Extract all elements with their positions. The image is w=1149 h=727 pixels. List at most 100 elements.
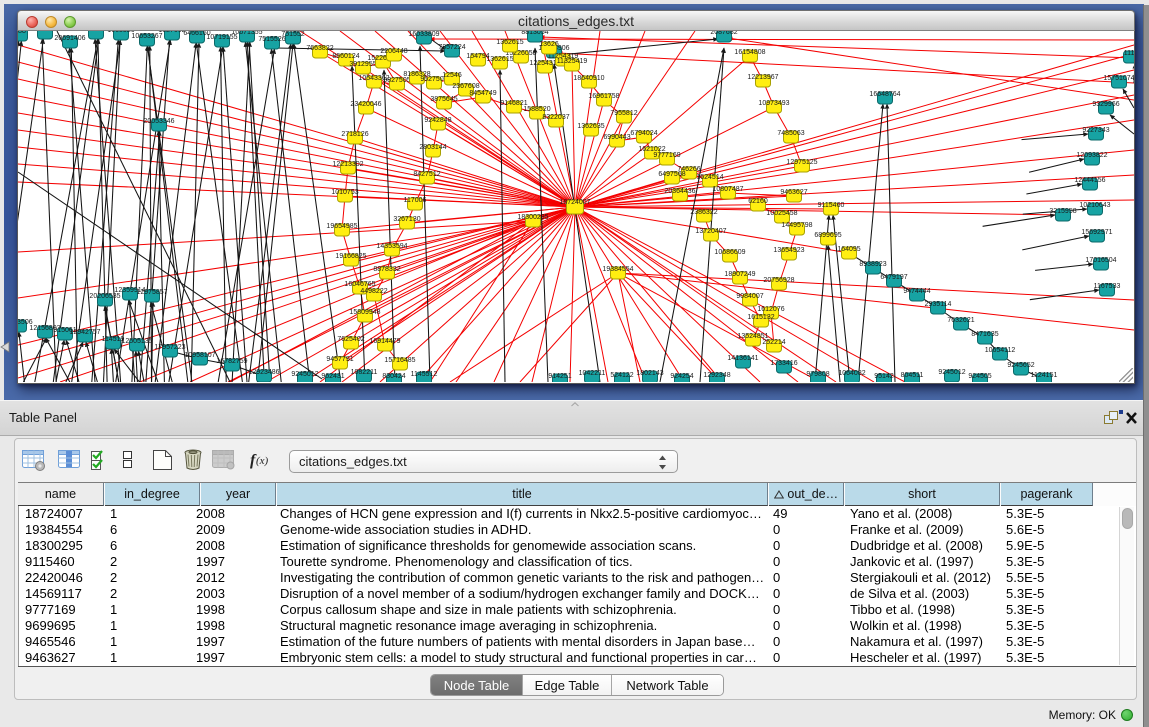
svg-text:6794024: 6794024: [630, 130, 657, 137]
svg-text:2206448: 2206448: [380, 48, 407, 55]
svg-text:1362635: 1362635: [577, 123, 604, 130]
svg-text:10654112: 10654112: [985, 347, 1016, 354]
svg-text:524122: 524122: [610, 372, 633, 379]
svg-text:8322037: 8322037: [542, 114, 569, 121]
svg-text:1624514: 1624514: [696, 174, 723, 181]
svg-text:3912955: 3912955: [349, 61, 376, 68]
svg-text:2087682: 2087682: [710, 31, 737, 36]
svg-text:12942757: 12942757: [69, 329, 100, 336]
svg-text:(x): (x): [256, 455, 269, 467]
svg-text:6899695: 6899695: [814, 232, 841, 239]
svg-text:62160: 62160: [748, 198, 768, 205]
svg-text:10973493: 10973493: [758, 100, 789, 107]
svg-text:10653267: 10653267: [131, 33, 162, 40]
svg-text:1010753: 1010753: [331, 189, 358, 196]
svg-text:17957223: 17957223: [154, 344, 185, 351]
svg-text:14353594: 14353594: [376, 243, 407, 250]
svg-text:1588520: 1588520: [523, 106, 550, 113]
svg-text:164095: 164095: [837, 246, 860, 253]
svg-text:16914479: 16914479: [369, 338, 400, 345]
svg-text:20053346: 20053346: [143, 118, 174, 125]
svg-text:8427512: 8427512: [413, 171, 440, 178]
svg-text:12923486: 12923486: [248, 369, 279, 376]
svg-text:914251: 914251: [548, 373, 571, 380]
svg-text:988: 988: [18, 31, 26, 35]
svg-text:10686609: 10686609: [714, 249, 745, 256]
svg-text:19384554: 19384554: [602, 266, 633, 273]
svg-text:252214: 252214: [762, 339, 785, 346]
svg-text:18724007: 18724007: [559, 199, 590, 206]
svg-text:9245652: 9245652: [1007, 362, 1034, 369]
svg-text:8938923: 8938923: [859, 261, 886, 268]
svg-text:7357224: 7357224: [438, 44, 465, 51]
svg-text:117006: 117006: [404, 197, 427, 204]
svg-text:6497568: 6497568: [658, 171, 685, 178]
svg-text:20691406: 20691406: [54, 35, 85, 42]
svg-text:7485063: 7485063: [777, 130, 804, 137]
svg-text:16033809: 16033809: [408, 31, 439, 38]
svg-text:95142: 95142: [874, 373, 894, 380]
svg-text:924505: 924505: [968, 373, 991, 380]
svg-text:12975857: 12975857: [136, 289, 167, 296]
svg-text:20364436: 20364436: [664, 188, 695, 195]
svg-text:8878332: 8878332: [373, 266, 400, 273]
svg-text:10210643: 10210643: [1079, 202, 1110, 209]
svg-text:14495798: 14495798: [781, 222, 812, 229]
svg-text:17016504: 17016504: [1085, 257, 1116, 264]
svg-text:7955812: 7955812: [610, 110, 637, 117]
svg-text:12546: 12546: [442, 72, 462, 79]
svg-text:962431: 962431: [321, 373, 344, 380]
svg-text:1082211: 1082211: [351, 369, 378, 376]
svg-text:16648764: 16648764: [869, 91, 900, 98]
svg-text:15751074: 15751074: [1103, 75, 1134, 82]
svg-text:8471635: 8471635: [971, 331, 998, 338]
svg-text:15716485: 15716485: [384, 357, 415, 364]
svg-text:9242848: 9242848: [424, 117, 451, 124]
svg-text:18300295: 18300295: [517, 214, 548, 221]
svg-text:1362615: 1362615: [486, 56, 513, 63]
svg-text:3267130: 3267130: [393, 216, 420, 223]
svg-text:18907249: 18907249: [724, 271, 755, 278]
svg-text:14136141: 14136141: [727, 355, 758, 362]
svg-text:15809948: 15809948: [349, 309, 380, 316]
svg-text:8454749: 8454749: [469, 90, 496, 97]
svg-text:8813054: 8813054: [521, 31, 548, 36]
svg-text:979808: 979808: [806, 371, 829, 378]
svg-text:13720407: 13720407: [695, 228, 726, 235]
svg-text:12093822: 12093822: [1076, 152, 1107, 159]
svg-text:9463627: 9463627: [780, 189, 807, 196]
svg-text:9329966: 9329966: [1092, 101, 1119, 108]
svg-text:10807487: 10807487: [712, 186, 743, 193]
svg-text:2386322: 2386322: [690, 209, 717, 216]
svg-text:20206535: 20206535: [89, 293, 120, 300]
svg-text:19166825: 19166825: [335, 253, 366, 260]
svg-text:16961758: 16961758: [588, 93, 619, 100]
svg-text:1112: 1112: [1124, 50, 1134, 57]
svg-text:12444156: 12444156: [1074, 177, 1105, 184]
svg-text:7632621: 7632621: [947, 317, 974, 324]
svg-text:1167533: 1167533: [1094, 283, 1121, 290]
svg-text:12975125: 12975125: [786, 159, 817, 166]
svg-text:1145512: 1145512: [411, 371, 438, 378]
svg-text:7663822: 7663822: [306, 45, 333, 52]
svg-text:16782759: 16782759: [216, 358, 247, 365]
svg-text:9227343: 9227343: [1082, 127, 1109, 134]
svg-text:14055724: 14055724: [29, 31, 60, 33]
svg-text:1042211: 1042211: [579, 370, 606, 377]
svg-text:9245012: 9245012: [938, 369, 965, 376]
svg-text:11325419: 11325419: [557, 58, 588, 65]
svg-text:13626: 13626: [539, 41, 559, 48]
svg-text:9474444: 9474444: [903, 288, 930, 295]
svg-text:1802143: 1802143: [636, 370, 663, 377]
svg-text:1292348: 1292348: [703, 372, 730, 379]
svg-text:6479197: 6479197: [880, 274, 907, 281]
svg-text:9245012: 9245012: [291, 371, 318, 378]
svg-text:9777169: 9777169: [653, 152, 680, 159]
svg-text:8660124: 8660124: [332, 53, 359, 60]
svg-text:1733416: 1733416: [770, 360, 797, 367]
svg-text:12213302: 12213302: [332, 161, 363, 168]
svg-text:2803144: 2803144: [419, 144, 446, 151]
svg-text:3215958: 3215958: [1049, 208, 1076, 215]
svg-text:10958107: 10958107: [184, 352, 215, 359]
svg-text:16046765: 16046765: [344, 281, 375, 288]
